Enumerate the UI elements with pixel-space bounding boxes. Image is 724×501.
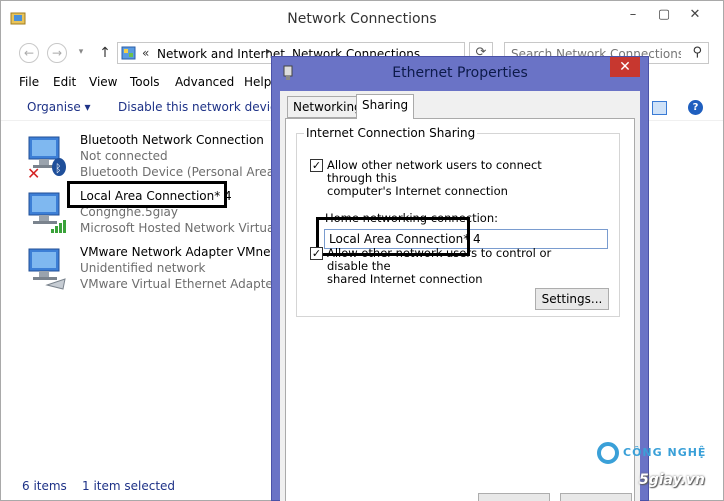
selected-count: 1 item selected bbox=[82, 479, 176, 493]
network-adapter-icon: ✕ ᛒ bbox=[27, 136, 66, 179]
allow-connect-label[interactable]: Allow other network users to connect thr… bbox=[327, 159, 587, 198]
up-arrow-icon[interactable]: ↑ bbox=[97, 43, 113, 63]
network-adapter-icon bbox=[28, 248, 66, 290]
connection-name: Bluetooth Network Connection bbox=[80, 133, 264, 147]
connection-device: VMware Virtual Ethernet Adapter ... bbox=[80, 277, 293, 291]
ics-group: Internet Connection Sharing ✓ Allow othe… bbox=[296, 126, 620, 317]
connection-device: Microsoft Hosted Network Virtual... bbox=[80, 221, 290, 235]
connection-device: Bluetooth Device (Personal Area ... bbox=[80, 165, 290, 179]
back-arrow-icon[interactable]: ← bbox=[19, 43, 39, 63]
watermark-site: 5giay.vn bbox=[639, 472, 705, 488]
search-icon[interactable]: ⚲ bbox=[692, 45, 702, 60]
menu-advanced[interactable]: Advanced bbox=[175, 75, 234, 89]
settings-button[interactable]: Settings... bbox=[535, 288, 609, 310]
network-adapter-icon bbox=[28, 192, 66, 233]
svg-text:ᛒ: ᛒ bbox=[55, 162, 62, 175]
menu-help[interactable]: Help bbox=[244, 75, 271, 89]
dialog-title: Ethernet Properties bbox=[392, 65, 528, 81]
organise-button[interactable]: Organise ▾ bbox=[27, 100, 91, 114]
connection-name: VMware Network Adapter VMnet8 bbox=[80, 245, 283, 259]
help-icon[interactable]: ? bbox=[688, 100, 703, 115]
close-button[interactable]: ✕ bbox=[680, 5, 710, 25]
menu-tools[interactable]: Tools bbox=[130, 75, 160, 89]
overflow-chevron[interactable]: « bbox=[142, 46, 149, 60]
forward-arrow-icon[interactable]: → bbox=[47, 43, 67, 63]
minimize-button[interactable]: – bbox=[618, 5, 648, 25]
dialog-close-button[interactable]: ✕ bbox=[610, 57, 640, 77]
svg-text:✕: ✕ bbox=[27, 164, 40, 179]
ok-button[interactable] bbox=[478, 493, 550, 501]
allow-connect-checkbox[interactable]: ✓ bbox=[310, 159, 323, 172]
connection-status: Not connected bbox=[80, 149, 168, 163]
control-panel-icon bbox=[121, 46, 136, 60]
menu-edit[interactable]: Edit bbox=[53, 75, 76, 89]
maximize-button[interactable]: ▢ bbox=[649, 5, 679, 25]
title-bar[interactable]: Network Connections – ▢ ✕ bbox=[1, 1, 723, 37]
menu-file[interactable]: File bbox=[19, 75, 39, 89]
view-options-icon[interactable] bbox=[652, 101, 667, 115]
allow-control-checkbox[interactable]: ✓ bbox=[310, 247, 323, 260]
watermark: CÔNG NGHỆ 5giay.vn bbox=[597, 440, 717, 496]
disable-device-button[interactable]: Disable this network device bbox=[118, 100, 284, 114]
sharing-panel: Internet Connection Sharing ✓ Allow othe… bbox=[285, 118, 635, 501]
dialog-body: Networking Sharing Internet Connection S… bbox=[280, 91, 640, 501]
connection-item-vmnet8[interactable]: VMware Network Adapter VMnet8 Unidentifi… bbox=[25, 245, 293, 297]
connection-item-bluetooth[interactable]: ✕ ᛒ Bluetooth Network Connection Not con… bbox=[25, 133, 289, 185]
ethernet-properties-dialog: Ethernet Properties ✕ Networking Sharing… bbox=[271, 56, 649, 501]
watermark-logo-icon bbox=[597, 442, 619, 464]
annotation-highlight-box bbox=[67, 181, 227, 208]
ics-group-title: Internet Connection Sharing bbox=[304, 126, 478, 140]
recent-chevron-icon[interactable]: ▾ bbox=[75, 43, 87, 63]
allow-control-label[interactable]: Allow other network users to control or … bbox=[327, 247, 587, 286]
connection-status: Unidentified network bbox=[80, 261, 206, 275]
window-title: Network Connections bbox=[287, 11, 437, 27]
item-count: 6 items bbox=[22, 479, 67, 493]
menu-view[interactable]: View bbox=[89, 75, 117, 89]
watermark-brand: CÔNG NGHỆ bbox=[623, 446, 707, 459]
tab-sharing[interactable]: Sharing bbox=[356, 94, 415, 119]
